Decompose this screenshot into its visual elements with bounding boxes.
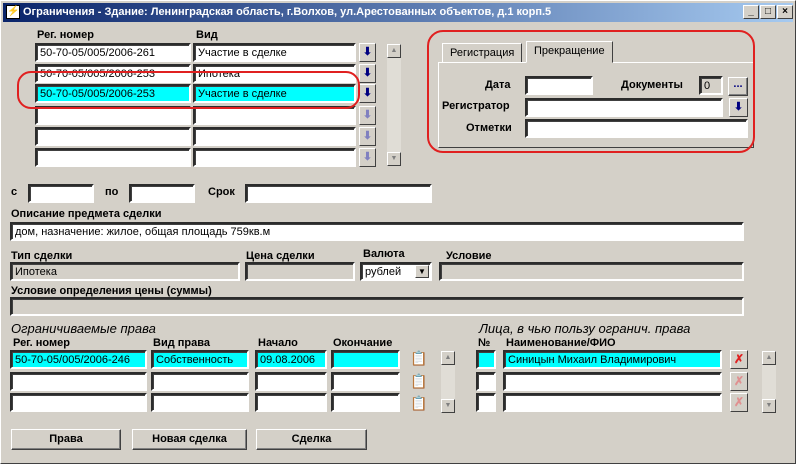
rights-button[interactable]: Права (11, 429, 121, 450)
term-field[interactable] (245, 184, 432, 203)
beneficiary-name-header: Наименование/ФИО (506, 337, 616, 349)
beneficiary-name-field[interactable] (503, 372, 722, 391)
currency-value: рублей (365, 266, 402, 278)
copy-right-icon[interactable]: 📋 (409, 393, 429, 413)
deal-select-arrow-icon[interactable]: ⬇ (359, 148, 376, 167)
right-start-field[interactable] (255, 393, 327, 412)
beneficiaries-scrollbar[interactable]: ▲ ▼ (761, 350, 777, 414)
deal-kind-field[interactable]: Участие в сделке (193, 43, 356, 62)
to-date-field[interactable] (129, 184, 195, 203)
to-label: по (105, 186, 119, 198)
condition-field (439, 262, 744, 281)
right-reg-field[interactable] (10, 372, 147, 391)
subject-label: Описание предмета сделки (11, 208, 162, 220)
window-title: Ограничения - Здание: Ленинградская обла… (23, 6, 552, 18)
right-end-field[interactable] (331, 393, 400, 412)
rights-start-header: Начало (258, 337, 298, 349)
beneficiary-name-field-selected[interactable]: Синицын Михаил Владимирович (503, 350, 722, 369)
scroll-up-icon[interactable]: ▲ (441, 351, 455, 365)
copy-right-icon[interactable]: 📋 (409, 348, 429, 368)
deal-select-arrow-icon[interactable]: ⬇ (359, 106, 376, 125)
currency-label: Валюта (363, 248, 405, 260)
remove-person-icon[interactable]: ✗ (730, 372, 748, 391)
deals-kind-header: Вид (196, 29, 218, 41)
scroll-down-icon[interactable]: ▼ (762, 399, 776, 413)
beneficiaries-heading: Лица, в чью пользу огранич. права (479, 321, 691, 336)
deal-kind-field[interactable] (193, 127, 356, 146)
term-label: Срок (208, 186, 235, 198)
rights-kind-header: Вид права (153, 337, 210, 349)
deals-reg-header: Рег. номер (37, 29, 94, 41)
chevron-down-icon[interactable]: ▼ (415, 265, 429, 278)
deal-reg-field[interactable] (35, 127, 191, 146)
new-deal-button[interactable]: Новая сделка (132, 429, 247, 450)
beneficiary-num-field-selected[interactable] (476, 350, 496, 369)
right-reg-field[interactable] (10, 393, 147, 412)
deal-select-arrow-icon[interactable]: ⬇ (359, 43, 376, 62)
maximize-button[interactable]: □ (760, 5, 776, 19)
right-end-field[interactable] (331, 372, 400, 391)
scroll-down-icon[interactable]: ▼ (441, 399, 455, 413)
deals-scrollbar[interactable]: ▲ ▼ (386, 43, 402, 167)
right-kind-field[interactable] (151, 393, 249, 412)
deal-type-label: Тип сделки (11, 250, 73, 262)
title-bar: ⚡ Ограничения - Здание: Ленинградская об… (3, 3, 793, 22)
deal-type-field: Ипотека (10, 262, 240, 281)
right-start-field-selected[interactable]: 09.08.2006 (255, 350, 327, 369)
beneficiary-name-field[interactable] (503, 393, 722, 412)
deal-select-arrow-icon[interactable]: ⬇ (359, 127, 376, 146)
beneficiary-num-field[interactable] (476, 372, 496, 391)
right-reg-field-selected[interactable]: 50-70-05/005/2006-246 (10, 350, 147, 369)
copy-right-icon[interactable]: 📋 (409, 371, 429, 391)
beneficiary-num-field[interactable] (476, 393, 496, 412)
condition-label: Условие (446, 250, 492, 262)
price-condition-field (10, 297, 744, 316)
price-label: Цена сделки (246, 250, 315, 262)
deal-kind-field[interactable] (193, 148, 356, 167)
subject-field[interactable]: дом, назначение: жилое, общая площадь 75… (10, 222, 744, 241)
close-button[interactable]: × (777, 5, 793, 19)
price-field (245, 262, 355, 281)
right-start-field[interactable] (255, 372, 327, 391)
deal-select-arrow-icon[interactable]: ⬇ (359, 64, 376, 83)
deal-button[interactable]: Сделка (256, 429, 367, 450)
price-condition-label: Условие определения цены (суммы) (11, 285, 212, 297)
deal-reg-field[interactable] (35, 148, 191, 167)
currency-select[interactable]: рублей ▼ (360, 262, 432, 281)
beneficiary-num-header: № (478, 337, 491, 349)
scroll-up-icon[interactable]: ▲ (387, 44, 401, 58)
app-icon: ⚡ (6, 5, 20, 19)
minimize-button[interactable]: _ (743, 5, 759, 19)
right-end-field-selected[interactable] (331, 350, 400, 369)
scroll-down-icon[interactable]: ▼ (387, 152, 401, 166)
remove-person-icon[interactable]: ✗ (730, 393, 748, 412)
from-label: с (11, 186, 18, 198)
window: ⚡ Ограничения - Здание: Ленинградская об… (0, 0, 796, 464)
rights-end-header: Окончание (333, 337, 393, 349)
remove-person-icon[interactable]: ✗ (730, 350, 748, 369)
from-date-field[interactable] (28, 184, 94, 203)
deal-reg-field[interactable]: 50-70-05/005/2006-261 (35, 43, 191, 62)
restricted-rights-heading: Ограничиваемые права (11, 321, 156, 336)
right-kind-field-selected[interactable]: Собственность (151, 350, 249, 369)
tab-termination[interactable]: Прекращение (526, 41, 613, 63)
scroll-up-icon[interactable]: ▲ (762, 351, 776, 365)
right-kind-field[interactable] (151, 372, 249, 391)
annotation-circle (17, 71, 360, 109)
rights-reg-header: Рег. номер (13, 337, 70, 349)
deal-select-arrow-icon[interactable]: ⬇ (359, 84, 376, 103)
rights-scrollbar[interactable]: ▲ ▼ (440, 350, 456, 414)
